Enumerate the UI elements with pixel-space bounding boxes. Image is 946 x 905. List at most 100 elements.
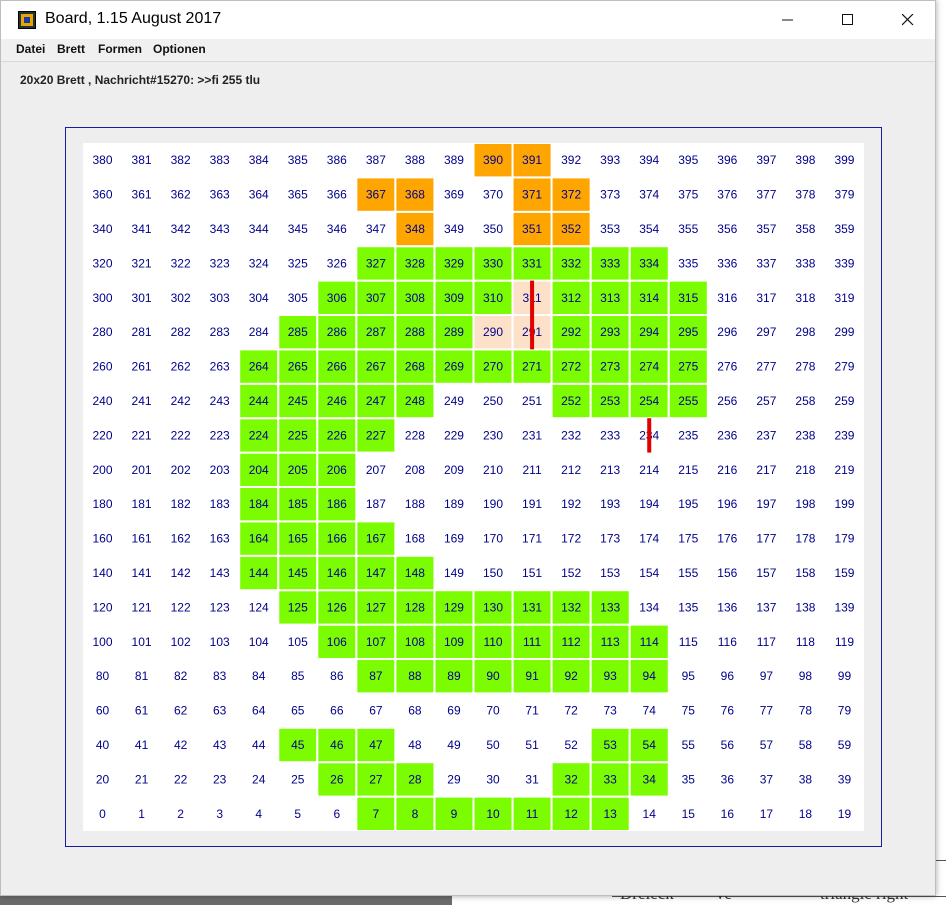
cell-number-316: 316 [717, 291, 737, 305]
cell-number-276: 276 [717, 360, 737, 374]
cell-number-315: 315 [678, 291, 698, 305]
cell-number-164: 164 [249, 532, 269, 546]
cell-number-166: 166 [327, 532, 347, 546]
menu-optionen[interactable]: Optionen [153, 42, 206, 56]
cell-number-385: 385 [288, 153, 308, 167]
cell-number-185: 185 [288, 497, 308, 511]
cell-number-214: 214 [639, 463, 659, 477]
cell-number-17: 17 [760, 807, 774, 821]
cell-number-350: 350 [483, 222, 503, 236]
cell-number-173: 173 [600, 532, 620, 546]
minimize-button[interactable] [765, 1, 811, 39]
cell-number-277: 277 [756, 360, 776, 374]
menu-brett[interactable]: Brett [57, 42, 85, 56]
cell-number-320: 320 [93, 256, 113, 270]
cell-number-322: 322 [171, 256, 191, 270]
cell-number-67: 67 [369, 704, 383, 718]
cell-number-233: 233 [600, 428, 620, 442]
cell-number-204: 204 [249, 463, 269, 477]
cell-number-255: 255 [678, 394, 698, 408]
cell-number-336: 336 [717, 256, 737, 270]
cell-number-42: 42 [174, 738, 188, 752]
cell-number-376: 376 [717, 188, 737, 202]
cell-number-391: 391 [522, 153, 542, 167]
cell-number-251: 251 [522, 394, 542, 408]
cell-number-152: 152 [561, 566, 581, 580]
cell-number-75: 75 [682, 704, 696, 718]
cell-number-273: 273 [600, 360, 620, 374]
cell-number-128: 128 [405, 600, 425, 614]
cell-number-244: 244 [249, 394, 269, 408]
cell-number-136: 136 [717, 600, 737, 614]
red-marker-291 [530, 315, 535, 350]
menu-datei[interactable]: Datei [16, 42, 45, 56]
cell-number-280: 280 [93, 325, 113, 339]
board-window: Board, 1.15 August 2017 Datei Brett Form… [0, 0, 936, 896]
cell-number-16: 16 [721, 807, 735, 821]
cell-number-266: 266 [327, 360, 347, 374]
cell-number-259: 259 [834, 394, 854, 408]
cell-number-69: 69 [447, 704, 461, 718]
cell-number-11: 11 [526, 807, 539, 821]
cell-number-140: 140 [93, 566, 113, 580]
cell-number-355: 355 [678, 222, 698, 236]
board-canvas[interactable]: 0 1 2 3 4 5 6 7 8 9 10 11 12 13 14 15 16 17 18 19 20 21 22 23 24… [83, 143, 864, 831]
cell-number-55: 55 [682, 738, 696, 752]
cell-number-329: 329 [444, 256, 464, 270]
cell-number-18: 18 [799, 807, 813, 821]
cell-number-169: 169 [444, 532, 464, 546]
cell-number-248: 248 [405, 394, 425, 408]
cell-number-131: 131 [522, 600, 542, 614]
cell-number-100: 100 [93, 635, 113, 649]
cell-number-357: 357 [756, 222, 776, 236]
cell-number-66: 66 [330, 704, 344, 718]
cell-number-44: 44 [252, 738, 266, 752]
cell-number-138: 138 [795, 600, 815, 614]
cell-number-298: 298 [795, 325, 815, 339]
cell-number-300: 300 [93, 291, 113, 305]
cell-number-352: 352 [561, 222, 581, 236]
cell-number-141: 141 [132, 566, 152, 580]
cell-number-31: 31 [525, 772, 539, 786]
cell-number-271: 271 [522, 360, 542, 374]
red-marker-311 [530, 280, 535, 315]
cell-number-237: 237 [756, 428, 776, 442]
cell-number-32: 32 [564, 772, 578, 786]
cell-number-229: 229 [444, 428, 464, 442]
window-title: Board, 1.15 August 2017 [45, 10, 222, 27]
board-grid[interactable]: 0 1 2 3 4 5 6 7 8 9 10 11 12 13 14 15 16 17 18 1920 21 22 23 24… [83, 143, 864, 831]
cell-number-20: 20 [96, 772, 110, 786]
cell-number-346: 346 [327, 222, 347, 236]
cell-number-203: 203 [210, 463, 230, 477]
cell-number-386: 386 [327, 153, 347, 167]
maximize-button[interactable] [825, 1, 871, 39]
cell-number-309: 309 [444, 291, 464, 305]
cell-number-115: 115 [679, 635, 698, 649]
cell-number-151: 151 [522, 566, 542, 580]
close-button[interactable] [885, 1, 931, 39]
cell-number-260: 260 [93, 360, 113, 374]
cell-number-80: 80 [96, 669, 110, 683]
cell-number-146: 146 [327, 566, 347, 580]
cell-number-19: 19 [838, 807, 852, 821]
cell-number-306: 306 [327, 291, 347, 305]
cell-number-10: 10 [486, 807, 500, 821]
cell-number-129: 129 [444, 600, 464, 614]
cell-number-178: 178 [795, 532, 815, 546]
cell-number-258: 258 [795, 394, 815, 408]
cell-number-59: 59 [838, 738, 852, 752]
cell-number-137: 137 [756, 600, 776, 614]
cell-number-321: 321 [132, 256, 152, 270]
title-bar[interactable]: Board, 1.15 August 2017 [1, 1, 935, 39]
cell-number-242: 242 [171, 394, 191, 408]
menu-formen[interactable]: Formen [98, 42, 142, 56]
cell-number-37: 37 [760, 772, 774, 786]
cell-number-70: 70 [486, 704, 500, 718]
cell-number-167: 167 [366, 532, 386, 546]
cell-number-90: 90 [486, 669, 500, 683]
cell-number-254: 254 [639, 394, 659, 408]
cell-number-307: 307 [366, 291, 386, 305]
cell-number-1: 1 [138, 807, 145, 821]
cell-number-52: 52 [564, 738, 578, 752]
cell-number-351: 351 [522, 222, 542, 236]
